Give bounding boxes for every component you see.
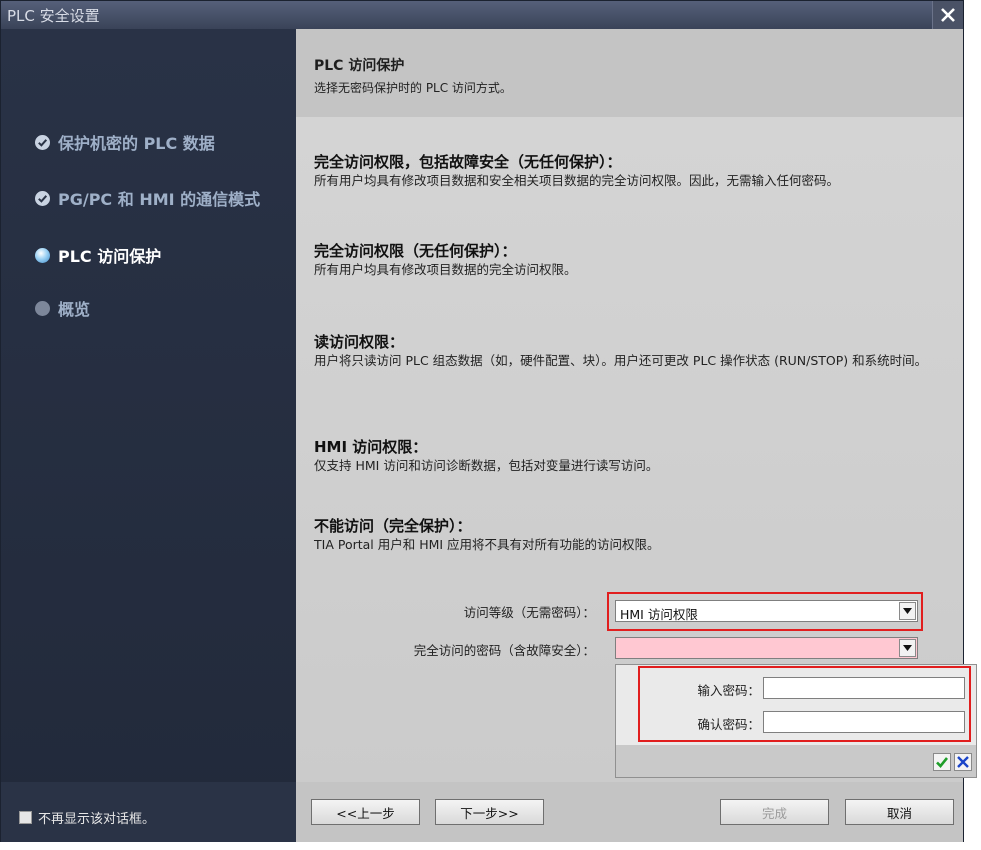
step-label: PLC 访问保护 bbox=[58, 247, 162, 266]
option-title: 完全访问权限，包括故障安全（无任何保护）： bbox=[314, 153, 622, 171]
page-subtitle: 选择无密码保护时的 PLC 访问方式。 bbox=[314, 81, 512, 95]
dont-show-label: 不再显示该对话框。 bbox=[38, 812, 156, 827]
step-label: 概览 bbox=[58, 300, 91, 319]
previous-button[interactable]: <<上一步 bbox=[311, 799, 420, 825]
check-icon bbox=[936, 757, 949, 768]
option-title: 完全访问权限（无任何保护）： bbox=[314, 242, 517, 260]
check-icon bbox=[35, 190, 50, 206]
pending-step-icon bbox=[35, 300, 50, 316]
current-step-icon bbox=[35, 247, 50, 263]
option-title: 读访问权限： bbox=[314, 333, 405, 351]
option-full-access-failsafe: 完全访问权限，包括故障安全（无任何保护）： 所有用户均具有修改项目数据和安全相关… bbox=[314, 151, 954, 189]
finish-button[interactable]: 完成 bbox=[720, 799, 829, 825]
option-hmi-access: HMI 访问权限： 仅支持 HMI 访问和访问诊断数据，包括对变量进行读写访问。 bbox=[314, 436, 954, 474]
popup-footer bbox=[616, 745, 976, 777]
option-title: HMI 访问权限： bbox=[314, 438, 428, 456]
close-icon bbox=[957, 756, 969, 768]
highlight-frame bbox=[638, 666, 971, 742]
window-title: PLC 安全设置 bbox=[7, 7, 100, 25]
step-protect-confidential-data[interactable]: 保护机密的 PLC 数据 bbox=[35, 130, 215, 154]
option-description: 所有用户均具有修改项目数据和安全相关项目数据的完全访问权限。因此，无需输入任何密… bbox=[314, 173, 840, 188]
step-communication-mode[interactable]: PG/PC 和 HMI 的通信模式 bbox=[35, 186, 260, 210]
password-dropdown[interactable] bbox=[615, 637, 918, 659]
plc-security-dialog: PLC 安全设置 保护机密的 PLC 数据 PG/PC 和 HMI 的通信模式 … bbox=[0, 0, 977, 842]
option-title: 不能访问（完全保护）： bbox=[314, 517, 472, 535]
check-icon bbox=[35, 134, 50, 150]
access-level-label: 访问等级（无需密码）： bbox=[463, 605, 595, 620]
wizard-sidebar: 保护机密的 PLC 数据 PG/PC 和 HMI 的通信模式 PLC 访问保护 … bbox=[1, 29, 296, 799]
cancel-popup-button[interactable] bbox=[954, 753, 972, 771]
option-description: 所有用户均具有修改项目数据的完全访问权限。 bbox=[314, 262, 577, 277]
page-header: PLC 访问保护 选择无密码保护时的 PLC 访问方式。 bbox=[296, 29, 963, 117]
option-full-access: 完全访问权限（无任何保护）： 所有用户均具有修改项目数据的完全访问权限。 bbox=[314, 240, 954, 278]
cancel-button[interactable]: 取消 bbox=[845, 799, 954, 825]
access-level-value: HMI 访问权限 bbox=[620, 607, 698, 622]
option-description: 用户将只读访问 PLC 组态数据（如，硬件配置、块）。用户还可更改 PLC 操作… bbox=[314, 353, 928, 368]
step-plc-access-protection[interactable]: PLC 访问保护 bbox=[35, 243, 161, 267]
option-description: TIA Portal 用户和 HMI 应用将不具有对所有功能的访问权限。 bbox=[314, 537, 660, 552]
option-read-access: 读访问权限： 用户将只读访问 PLC 组态数据（如，硬件配置、块）。用户还可更改… bbox=[314, 331, 954, 369]
option-no-access: 不能访问（完全保护）： TIA Portal 用户和 HMI 应用将不具有对所有… bbox=[314, 515, 954, 553]
option-description: 仅支持 HMI 访问和访问诊断数据，包括对变量进行读写访问。 bbox=[314, 458, 659, 473]
dont-show-checkbox[interactable] bbox=[19, 811, 32, 824]
close-icon bbox=[941, 8, 955, 22]
chevron-down-icon[interactable] bbox=[899, 639, 916, 657]
access-level-dropdown[interactable]: HMI 访问权限 bbox=[615, 600, 918, 622]
password-label: 完全访问的密码（含故障安全）： bbox=[413, 643, 595, 658]
confirm-button[interactable] bbox=[933, 753, 951, 771]
step-label: 保护机密的 PLC 数据 bbox=[58, 134, 215, 153]
chevron-down-icon[interactable] bbox=[899, 602, 916, 620]
page-title: PLC 访问保护 bbox=[314, 58, 405, 74]
close-button[interactable] bbox=[932, 1, 963, 29]
step-label: PG/PC 和 HMI 的通信模式 bbox=[58, 190, 261, 209]
step-overview[interactable]: 概览 bbox=[35, 296, 90, 320]
next-button[interactable]: 下一步>> bbox=[435, 799, 544, 825]
title-bar[interactable]: PLC 安全设置 bbox=[1, 1, 963, 29]
